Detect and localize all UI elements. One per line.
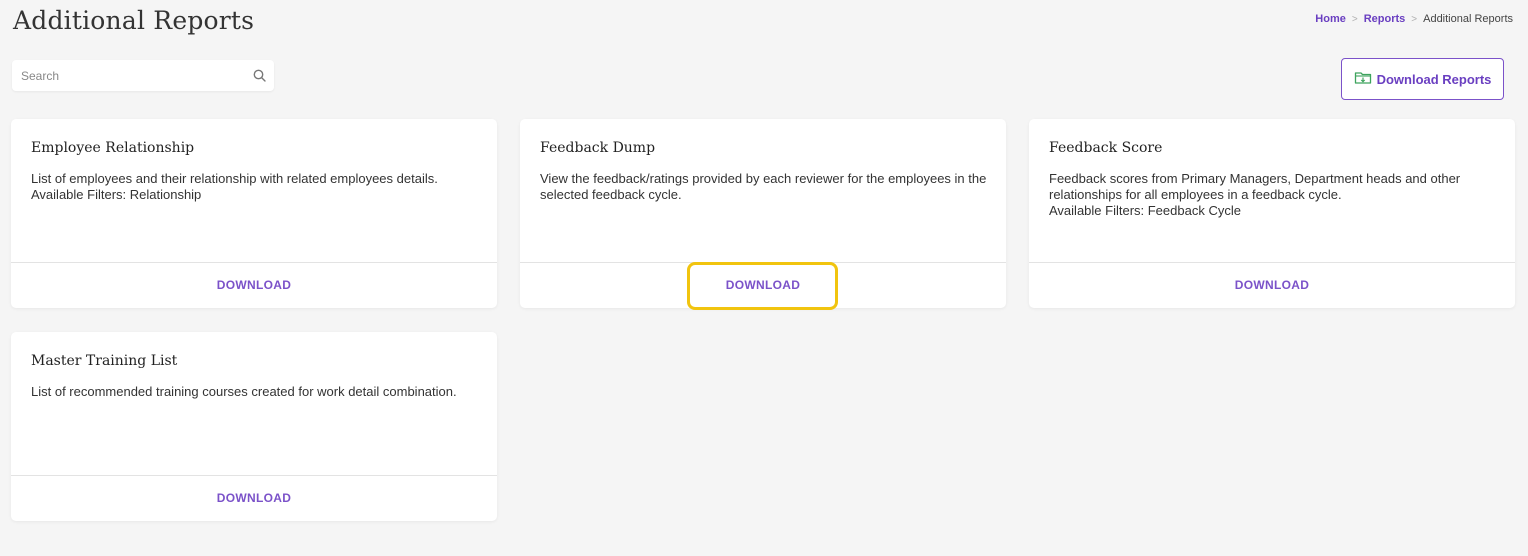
card-description: List of employees and their relationship… bbox=[31, 171, 438, 186]
report-card-employee-relationship: Employee Relationship List of employees … bbox=[11, 119, 497, 308]
card-title: Master Training List bbox=[31, 353, 178, 369]
card-divider bbox=[520, 262, 1006, 263]
download-button[interactable]: DOWNLOAD bbox=[217, 278, 291, 292]
card-title: Employee Relationship bbox=[31, 140, 195, 156]
card-description-block: View the feedback/ratings provided by ea… bbox=[540, 171, 990, 203]
report-card-master-training-list: Master Training List List of recommended… bbox=[11, 332, 497, 521]
card-description-block: List of recommended training courses cre… bbox=[31, 384, 481, 400]
card-filters: Available Filters: Relationship bbox=[31, 187, 202, 202]
card-filters: Available Filters: Feedback Cycle bbox=[1049, 203, 1241, 218]
card-description: List of recommended training courses cre… bbox=[31, 384, 457, 399]
report-card-feedback-score: Feedback Score Feedback scores from Prim… bbox=[1029, 119, 1515, 308]
download-button[interactable]: DOWNLOAD bbox=[217, 491, 291, 505]
breadcrumb: Home > Reports > Additional Reports bbox=[1315, 13, 1513, 25]
card-title: Feedback Dump bbox=[540, 140, 656, 156]
folder-download-icon bbox=[1354, 70, 1372, 88]
card-description-block: Feedback scores from Primary Managers, D… bbox=[1049, 171, 1499, 219]
search-input[interactable] bbox=[12, 60, 244, 91]
download-reports-button[interactable]: Download Reports bbox=[1341, 58, 1504, 100]
download-button[interactable]: DOWNLOAD bbox=[1235, 278, 1309, 292]
card-description: Feedback scores from Primary Managers, D… bbox=[1049, 171, 1461, 202]
breadcrumb-current: Additional Reports bbox=[1423, 13, 1513, 25]
download-button[interactable]: DOWNLOAD bbox=[726, 278, 800, 292]
report-card-feedback-dump: Feedback Dump View the feedback/ratings … bbox=[520, 119, 1006, 308]
card-title: Feedback Score bbox=[1049, 140, 1163, 156]
download-reports-label: Download Reports bbox=[1376, 71, 1492, 87]
search-box bbox=[12, 60, 274, 91]
search-icon[interactable] bbox=[244, 60, 274, 91]
breadcrumb-reports-link[interactable]: Reports bbox=[1364, 13, 1406, 25]
breadcrumb-home-link[interactable]: Home bbox=[1315, 13, 1346, 25]
card-divider bbox=[11, 475, 497, 476]
card-description-block: List of employees and their relationship… bbox=[31, 171, 481, 203]
page-title: Additional Reports bbox=[13, 6, 255, 35]
card-divider bbox=[11, 262, 497, 263]
breadcrumb-separator-icon: > bbox=[1351, 13, 1358, 25]
card-description: View the feedback/ratings provided by ea… bbox=[540, 171, 987, 202]
card-divider bbox=[1029, 262, 1515, 263]
breadcrumb-separator-icon: > bbox=[1411, 13, 1418, 25]
